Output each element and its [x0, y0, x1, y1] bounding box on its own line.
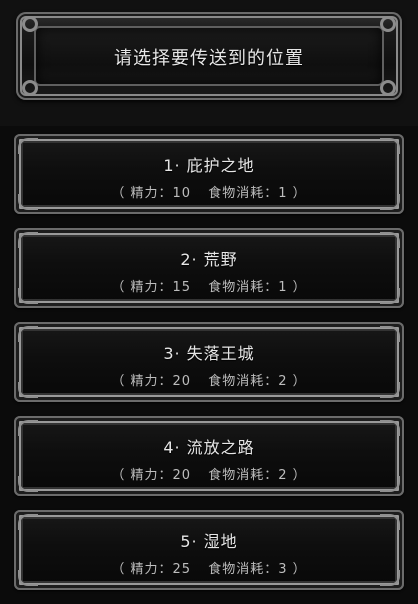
- location-name: 3· 失落王城: [163, 344, 255, 363]
- food-cost: 食物消耗：1 ）: [208, 186, 307, 201]
- frame-ornament-icon: [22, 80, 38, 96]
- location-name: 5· 湿地: [180, 532, 238, 551]
- location-cost: （ 精力：25 食物消耗：3 ）: [14, 558, 404, 577]
- stamina-cost: （ 精力：15: [111, 280, 192, 295]
- location-option-2[interactable]: 2· 荒野 （ 精力：15 食物消耗：1 ）: [14, 228, 404, 308]
- location-name: 1· 庇护之地: [163, 156, 255, 175]
- location-list: 1· 庇护之地 （ 精力：10 食物消耗：1 ） 2· 荒野 （ 精力：15 食…: [14, 134, 404, 604]
- food-cost: 食物消耗：3 ）: [208, 562, 307, 577]
- location-cost: （ 精力：20 食物消耗：2 ）: [14, 370, 404, 389]
- location-name: 4· 流放之路: [163, 438, 255, 457]
- frame-ornament-icon: [380, 80, 396, 96]
- food-cost: 食物消耗：1 ）: [208, 280, 307, 295]
- stamina-cost: （ 精力：10: [111, 186, 192, 201]
- stamina-cost: （ 精力：20: [111, 374, 192, 389]
- stamina-cost: （ 精力：20: [111, 468, 192, 483]
- location-cost: （ 精力：20 食物消耗：2 ）: [14, 464, 404, 483]
- location-option-3[interactable]: 3· 失落王城 （ 精力：20 食物消耗：2 ）: [14, 322, 404, 402]
- frame-ornament-icon: [380, 16, 396, 32]
- food-cost: 食物消耗：2 ）: [208, 374, 307, 389]
- location-cost: （ 精力：15 食物消耗：1 ）: [14, 276, 404, 295]
- header: 请选择要传送到的位置: [0, 0, 418, 126]
- location-cost: （ 精力：10 食物消耗：1 ）: [14, 182, 404, 201]
- page-title: 请选择要传送到的位置: [114, 48, 304, 69]
- stamina-cost: （ 精力：25: [111, 562, 192, 577]
- location-option-5[interactable]: 5· 湿地 （ 精力：25 食物消耗：3 ）: [14, 510, 404, 590]
- location-option-4[interactable]: 4· 流放之路 （ 精力：20 食物消耗：2 ）: [14, 416, 404, 496]
- frame-ornament-icon: [22, 16, 38, 32]
- location-option-1[interactable]: 1· 庇护之地 （ 精力：10 食物消耗：1 ）: [14, 134, 404, 214]
- location-name: 2· 荒野: [180, 250, 238, 269]
- food-cost: 食物消耗：2 ）: [208, 468, 307, 483]
